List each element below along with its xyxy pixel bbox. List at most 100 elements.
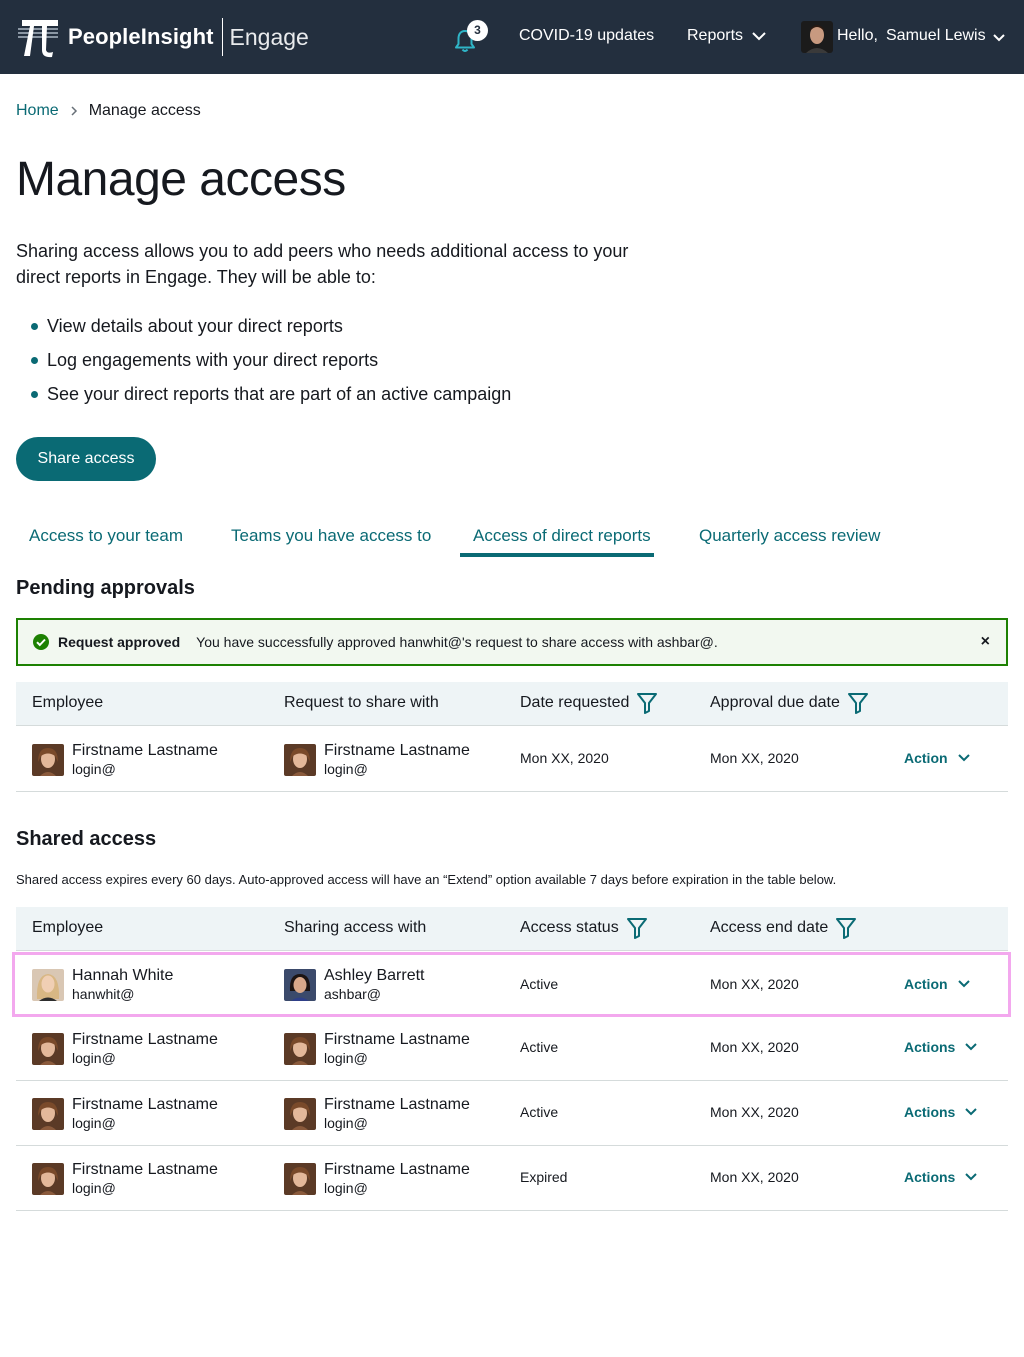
greeting: Hello,	[837, 27, 878, 44]
list-item: See your direct reports that are part of…	[31, 380, 511, 414]
brand-name: PeopleInsight	[68, 24, 214, 49]
share-with-cell: Firstname Lastname login@	[284, 1030, 470, 1067]
table-row: Firstname Lastname login@ Firstname Lastn…	[16, 1146, 1008, 1211]
user-avatar[interactable]	[801, 21, 833, 53]
chevron-down-icon	[957, 980, 970, 988]
column-label: Date requested	[520, 694, 630, 711]
employee-cell: Firstname Lastname login@	[32, 1030, 218, 1067]
action-dropdown[interactable]: Action	[904, 750, 970, 766]
close-icon[interactable]: ×	[981, 633, 990, 651]
avatar	[32, 744, 64, 776]
user-name-menu[interactable]: Samuel Lewis	[886, 27, 986, 45]
avatar	[32, 969, 64, 1001]
chevron-right-icon	[71, 106, 77, 116]
action-dropdown[interactable]: Action	[904, 976, 970, 992]
share-with-cell: Firstname Lastname login@	[284, 741, 470, 778]
access-status: Active	[520, 976, 559, 992]
access-end-date: Mon XX, 2020	[710, 1169, 799, 1185]
filter-icon[interactable]	[637, 692, 658, 714]
share-access-button[interactable]: Share access	[16, 437, 156, 481]
page-title: Manage access	[16, 153, 346, 206]
access-status: Expired	[520, 1169, 568, 1185]
column-label: Sharing access with	[284, 919, 427, 936]
column-header-access-end-date: Access end date	[710, 917, 857, 939]
breadcrumb-home-link[interactable]: Home	[16, 102, 59, 120]
access-end-date: Mon XX, 2020	[710, 1039, 799, 1055]
share-with-name: Firstname Lastname	[324, 1096, 470, 1113]
avatar	[284, 969, 316, 1001]
shared-access-title: Shared access	[16, 828, 157, 850]
filter-icon[interactable]	[847, 692, 868, 714]
capabilities-list: View details about your direct reports L…	[31, 312, 511, 414]
share-with-login: login@	[324, 1180, 368, 1196]
table-row: Firstname Lastname login@ Firstname Lastn…	[16, 727, 1008, 792]
product-name: Engage	[229, 23, 309, 50]
chevron-down-icon	[993, 34, 1005, 42]
employee-login: login@	[72, 1115, 116, 1131]
top-navigation-bar: PeopleInsight Engage 3 COVID-19 updates …	[0, 0, 1024, 74]
employee-login: login@	[72, 1180, 116, 1196]
reports-menu[interactable]: Reports	[687, 27, 743, 45]
access-end-date: Mon XX, 2020	[710, 976, 799, 992]
list-item: View details about your direct reports	[31, 312, 511, 346]
employee-name: Firstname Lastname	[72, 1161, 218, 1178]
filter-icon[interactable]	[626, 917, 647, 939]
date-requested: Mon XX, 2020	[520, 750, 609, 766]
employee-cell: Hannah White hanwhit@	[32, 966, 173, 1003]
tab-access-of-direct-reports[interactable]: Access of direct reports	[473, 526, 651, 546]
chevron-down-icon	[957, 754, 970, 762]
action-label: Actions	[904, 1169, 956, 1185]
avatar	[284, 1163, 316, 1195]
table-row: Firstname Lastname login@ Firstname Lastn…	[16, 1081, 1008, 1146]
breadcrumb: Home Manage access	[16, 102, 201, 120]
chevron-down-icon	[965, 1108, 978, 1116]
page-description: Sharing access allows you to add peers w…	[16, 241, 629, 287]
tab-access-to-your-team[interactable]: Access to your team	[29, 526, 183, 546]
employee-name: Firstname Lastname	[72, 742, 218, 759]
employee-login: login@	[72, 1050, 116, 1066]
chevron-down-icon	[965, 1173, 978, 1181]
action-label: Action	[904, 750, 948, 766]
employee-login: login@	[72, 761, 116, 777]
actions-dropdown[interactable]: Actions	[904, 1039, 978, 1055]
alert-title: Request approved	[58, 634, 181, 650]
share-with-login: ashbar@	[324, 986, 382, 1002]
employee-name: Hannah White	[72, 967, 174, 984]
avatar	[284, 1033, 316, 1065]
tab-quarterly-access-review[interactable]: Quarterly access review	[699, 526, 880, 546]
share-with-name: Firstname Lastname	[324, 1031, 470, 1048]
share-with-cell: Firstname Lastname login@	[284, 1095, 470, 1132]
actions-dropdown[interactable]: Actions	[904, 1169, 978, 1185]
shared-access-note: Shared access expires every 60 days. Aut…	[16, 872, 837, 887]
notification-count-badge: 3	[467, 20, 488, 41]
alert-message: You have successfully approved hanwhit@'…	[196, 634, 718, 650]
pending-approvals-title: Pending approvals	[16, 577, 195, 599]
covid-updates-link[interactable]: COVID-19 updates	[519, 27, 654, 45]
column-header-employee: Employee	[32, 694, 103, 712]
actions-dropdown[interactable]: Actions	[904, 1104, 978, 1120]
share-with-login: login@	[324, 1115, 368, 1131]
tab-teams-you-have-access-to[interactable]: Teams you have access to	[231, 526, 431, 546]
table-row: Firstname Lastname login@ Firstname Lastn…	[16, 1016, 1008, 1081]
approval-due-date: Mon XX, 2020	[710, 750, 799, 766]
logo-pi-icon	[18, 20, 58, 58]
column-header-sharing-access-with: Sharing access with	[284, 919, 426, 937]
filter-icon[interactable]	[836, 917, 857, 939]
check-circle-icon	[33, 634, 49, 650]
column-label: Employee	[32, 919, 104, 936]
column-label: Approval due date	[710, 694, 840, 711]
access-status: Active	[520, 1039, 559, 1055]
avatar	[32, 1098, 64, 1130]
share-with-cell: Firstname Lastname login@	[284, 1160, 470, 1197]
employee-cell: Firstname Lastname login@	[32, 1095, 218, 1132]
action-label: Actions	[904, 1104, 956, 1120]
column-label: Employee	[32, 694, 104, 711]
employee-login: hanwhit@	[72, 986, 135, 1002]
avatar	[284, 744, 316, 776]
action-label: Actions	[904, 1039, 956, 1055]
action-label: Action	[904, 976, 948, 992]
employee-cell: Firstname Lastname login@	[32, 1160, 218, 1197]
logo[interactable]: PeopleInsight Engage	[16, 16, 309, 58]
column-header-date-requested: Date requested	[520, 692, 658, 714]
column-label: Access end date	[710, 919, 829, 936]
